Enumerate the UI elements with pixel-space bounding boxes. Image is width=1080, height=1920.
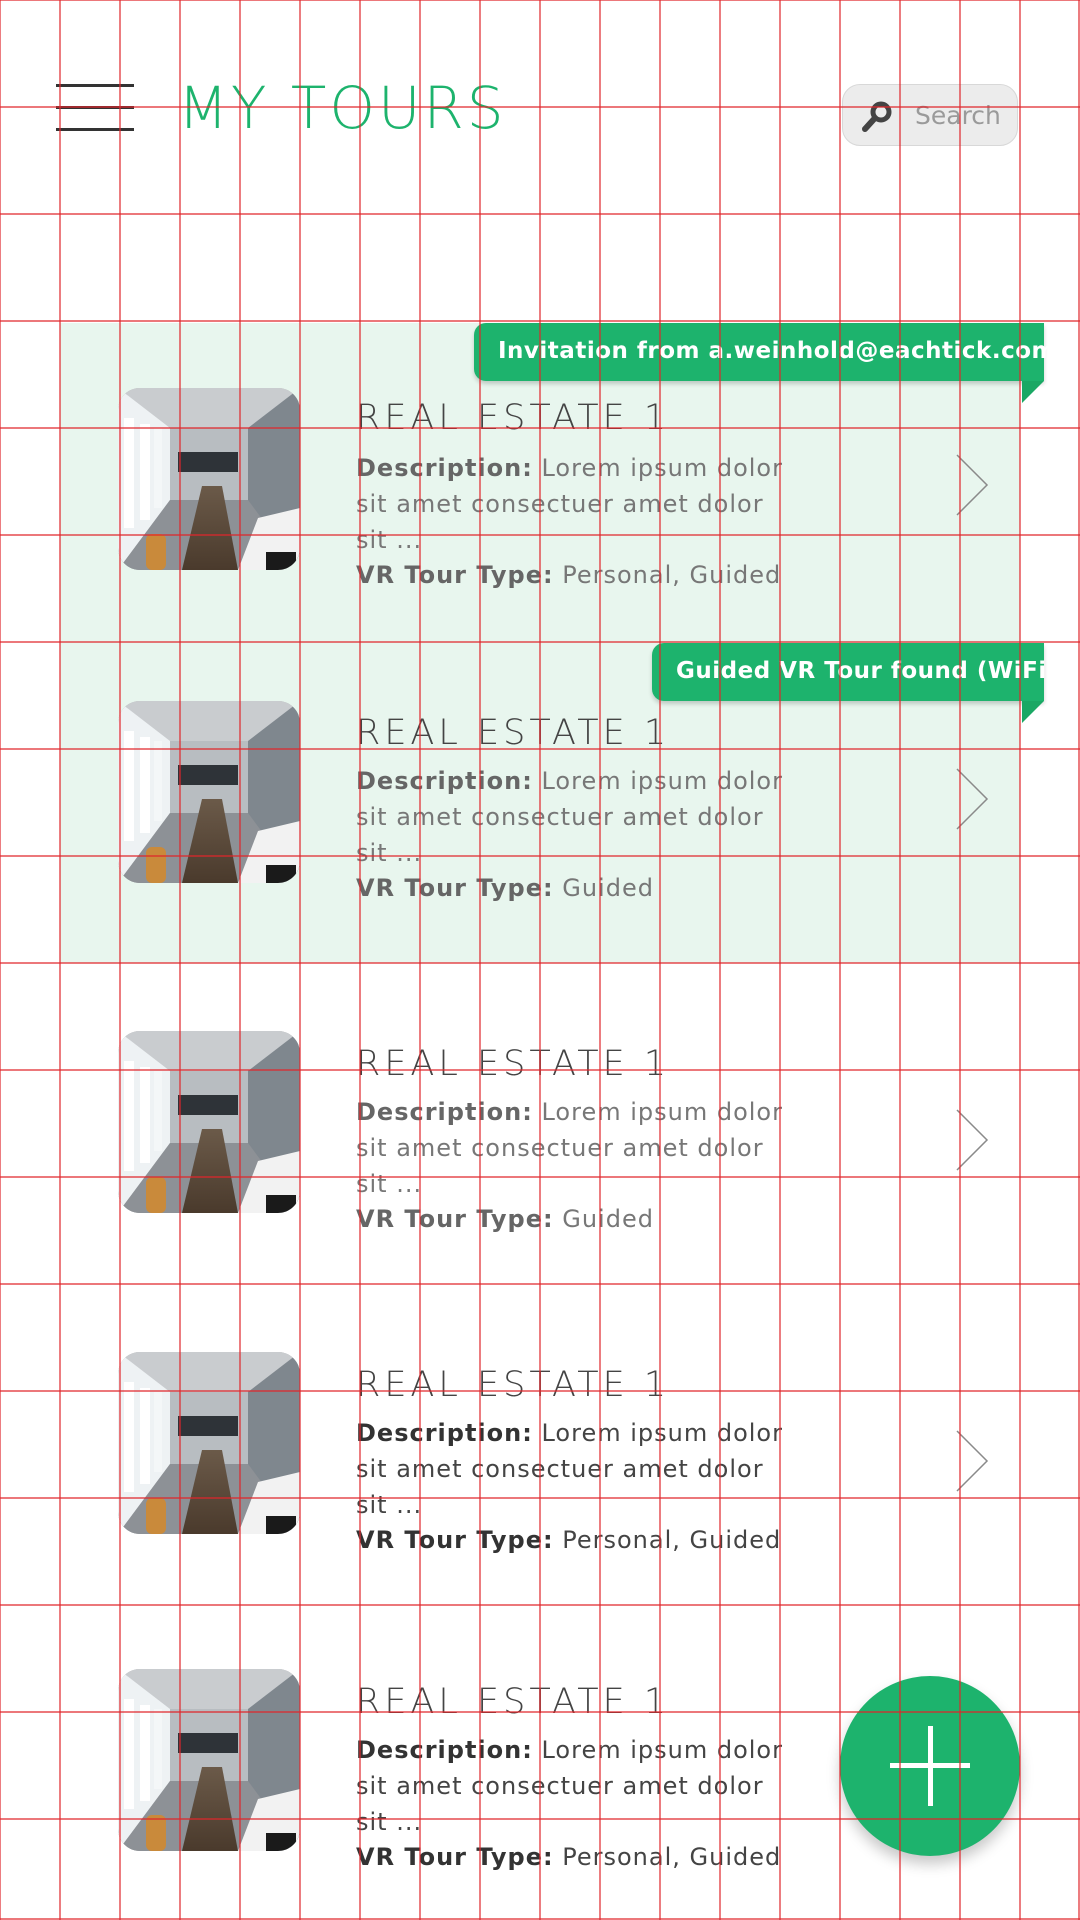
badge-fold [1022,381,1044,403]
wifi-badge[interactable]: Guided VR Tour found (WiFi) [652,643,1057,701]
description-label: Description: [356,1098,533,1126]
chevron-right-icon[interactable] [955,767,989,831]
tour-description: Description: Lorem ipsum dolor sit amet … [356,1415,796,1523]
tour-item[interactable]: Invitation from a.weinhold@eachtick.com … [0,323,1080,643]
tour-title: REAL ESTATE 1 [356,1044,671,1084]
tour-thumbnail[interactable] [118,388,300,570]
chevron-right-icon[interactable] [955,1108,989,1172]
description-label: Description: [356,454,533,482]
badge-fold [1022,701,1044,723]
type-label: VR Tour Type: [356,561,554,589]
type-label: VR Tour Type: [356,1526,554,1554]
type-label: VR Tour Type: [356,874,554,902]
invitation-badge[interactable]: Invitation from a.weinhold@eachtick.com [474,323,1055,381]
search-input[interactable] [915,95,1011,135]
search-box[interactable] [842,84,1018,146]
type-value: Personal, Guided [562,561,782,589]
add-tour-button[interactable] [840,1676,1020,1856]
tour-title: REAL ESTATE 1 [356,1365,671,1405]
tour-thumbnail[interactable] [118,1031,300,1213]
search-icon [862,101,892,132]
tour-description: Description: Lorem ipsum dolor sit amet … [356,1094,796,1202]
tour-description: Description: Lorem ipsum dolor sit amet … [356,1732,796,1840]
tour-type: VR Tour Type: Personal, Guided [356,1526,781,1554]
hamburger-menu-icon[interactable] [56,84,134,132]
type-value: Guided [562,874,654,902]
tour-thumbnail[interactable] [118,1352,300,1534]
type-value: Personal, Guided [562,1526,782,1554]
type-label: VR Tour Type: [356,1205,554,1233]
plus-icon-vertical [928,1726,933,1806]
tour-item[interactable]: REAL ESTATE 1 Description: Lorem ipsum d… [0,1352,1080,1652]
chevron-right-icon[interactable] [955,1429,989,1493]
type-value: Personal, Guided [562,1843,782,1871]
tour-thumbnail[interactable] [118,701,300,883]
type-label: VR Tour Type: [356,1843,554,1871]
tour-thumbnail[interactable] [118,1669,300,1851]
tour-description: Description: Lorem ipsum dolor sit amet … [356,450,796,558]
description-label: Description: [356,1419,533,1447]
tour-type: VR Tour Type: Personal, Guided [356,1843,781,1871]
tour-title: REAL ESTATE 1 [356,1682,671,1722]
tour-item[interactable]: Guided VR Tour found (WiFi) REAL ESTATE … [0,643,1080,963]
tour-type: VR Tour Type: Guided [356,1205,654,1233]
tour-type: VR Tour Type: Personal, Guided [356,561,781,589]
description-label: Description: [356,767,533,795]
chevron-right-icon[interactable] [955,453,989,517]
page-title: MY TOURS [178,74,507,142]
type-value: Guided [562,1205,654,1233]
description-label: Description: [356,1736,533,1764]
tour-description: Description: Lorem ipsum dolor sit amet … [356,763,796,871]
tour-type: VR Tour Type: Guided [356,874,654,902]
tour-item[interactable]: REAL ESTATE 1 Description: Lorem ipsum d… [0,1031,1080,1331]
tour-title: REAL ESTATE 1 [356,713,671,753]
tour-title: REAL ESTATE 1 [356,398,671,438]
